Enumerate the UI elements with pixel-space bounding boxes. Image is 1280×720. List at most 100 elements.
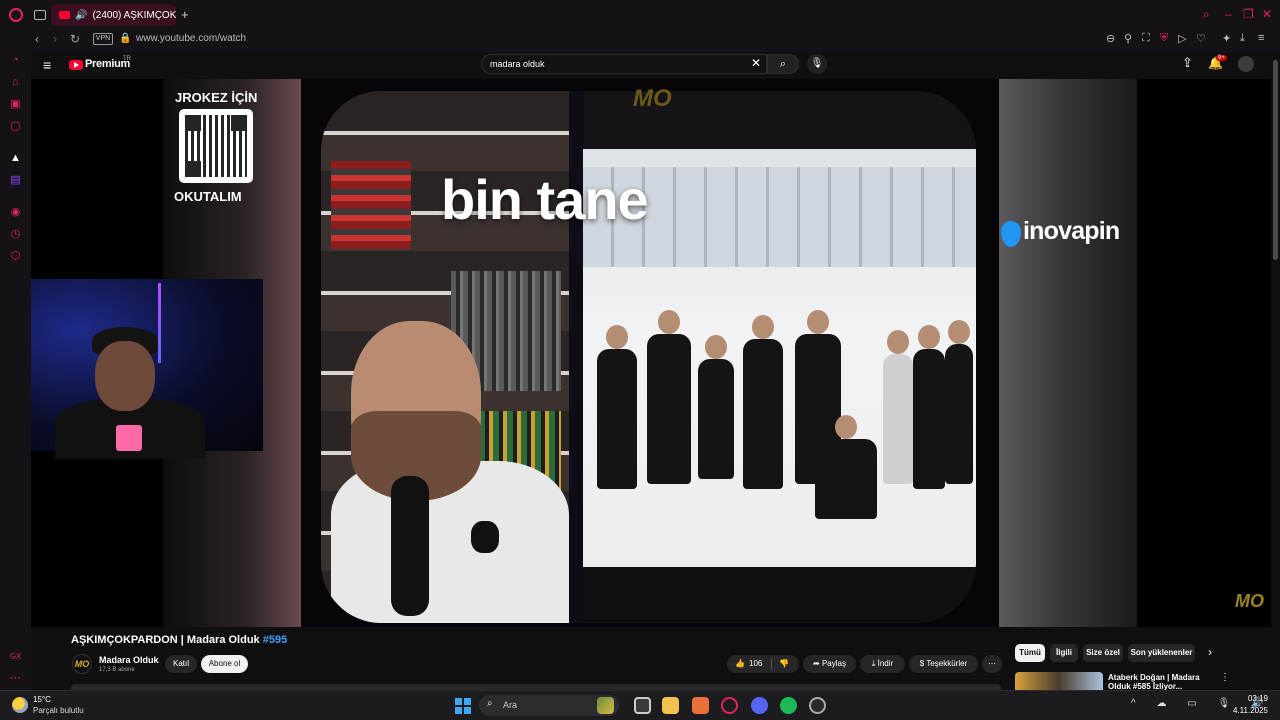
- download-button[interactable]: ⤓ İndir: [860, 655, 905, 673]
- opera-logo-icon[interactable]: [9, 8, 23, 22]
- clock-date[interactable]: 4.11.2025: [1222, 706, 1268, 715]
- page-scrollbar[interactable]: [1271, 52, 1280, 690]
- recommendation-more-icon[interactable]: ⋮: [1220, 672, 1230, 683]
- region-code: TR: [123, 56, 131, 62]
- video-caption: bin tane: [441, 168, 649, 231]
- task-view-icon[interactable]: [634, 697, 651, 714]
- heart-icon[interactable]: ♡: [1196, 32, 1206, 45]
- split-screen-frame: [321, 91, 976, 623]
- zoom-icon[interactable]: ⊖: [1106, 32, 1115, 45]
- menu-icon[interactable]: ≡: [1258, 32, 1264, 44]
- account-avatar[interactable]: [1238, 56, 1254, 72]
- sidebar-extensions-icon[interactable]: ⬡: [9, 250, 22, 263]
- forward-icon[interactable]: ›: [53, 32, 57, 46]
- scrollbar-thumb[interactable]: [1273, 60, 1278, 260]
- search-tabs-icon[interactable]: ⌕: [1203, 7, 1210, 22]
- weather-icon[interactable]: [12, 697, 28, 713]
- file-explorer-icon[interactable]: [662, 697, 679, 714]
- sidebar-messenger-icon[interactable]: ▢: [9, 120, 22, 133]
- clock-time[interactable]: 03:19: [1232, 694, 1268, 703]
- sidebar-gx-control-icon[interactable]: ◔: [9, 54, 22, 67]
- youtube-logo-icon[interactable]: [69, 60, 83, 70]
- thanks-button[interactable]: $ Teşekkürler: [909, 655, 978, 673]
- webcam-overlay: [31, 279, 263, 459]
- browser-tab[interactable]: 🔊 (2400) AŞKIMÇOKPAR: [51, 4, 176, 26]
- promo-bottom-text: OKUTALIM: [174, 189, 242, 204]
- sidebar-ai-icon[interactable]: ▲: [9, 152, 22, 165]
- new-tab-button[interactable]: +: [181, 7, 189, 22]
- opera-gx-taskbar-icon[interactable]: [721, 697, 738, 714]
- channel-avatar[interactable]: MO: [72, 654, 92, 674]
- close-window-icon[interactable]: ✕: [1262, 7, 1272, 21]
- share-button[interactable]: ➦ Paylaş: [803, 655, 856, 673]
- speaker-icon[interactable]: 🔊: [75, 10, 87, 21]
- search-input[interactable]: madara olduk: [481, 54, 767, 74]
- create-icon[interactable]: ⇪: [1182, 55, 1193, 71]
- qr-code: [179, 109, 253, 183]
- taskbar-search-icon: ⌕: [487, 698, 493, 709]
- lock-icon[interactable]: 🔒: [119, 33, 131, 44]
- sidebar-twitch-icon[interactable]: ▣: [9, 98, 22, 111]
- dislike-icon[interactable]: 👎: [779, 655, 789, 673]
- windows-start-icon[interactable]: [455, 698, 471, 714]
- like-dislike-group: 👍 106 👎: [727, 655, 799, 673]
- subscriber-count: 17,3 B abone: [99, 667, 135, 673]
- back-icon[interactable]: ‹: [35, 32, 39, 46]
- subscribe-button[interactable]: Abone ol: [201, 655, 248, 673]
- recommendation-title[interactable]: Ataberk Doğan | Madara Olduk #585 İzliyo…: [1108, 673, 1218, 691]
- sidebar-gx-icon[interactable]: GX: [9, 650, 22, 663]
- chip-related[interactable]: İlgili: [1050, 644, 1078, 662]
- share-label: Paylaş: [821, 659, 846, 668]
- sidebar-history-icon[interactable]: ◷: [9, 228, 22, 241]
- sidebar-twitch2-icon[interactable]: ▤: [9, 174, 22, 187]
- tab-title: (2400) AŞKIMÇOKPAR: [92, 9, 176, 21]
- recommendation-thumbnail[interactable]: [1015, 672, 1103, 690]
- youtube-favicon-icon: [59, 11, 70, 19]
- pin-icon[interactable]: ⚲: [1124, 32, 1132, 45]
- minimize-icon[interactable]: –: [1225, 7, 1232, 21]
- app-icon[interactable]: [692, 697, 709, 714]
- chip-for-you[interactable]: Size özel: [1083, 644, 1123, 662]
- download-icon[interactable]: ⤓: [1240, 32, 1245, 45]
- shield-icon[interactable]: ⛨: [1160, 32, 1168, 45]
- address-bar: ‹ › ↻ VPN 🔒 www.youtube.com/watch ⊖ ⚲ ⛶ …: [0, 30, 1280, 52]
- chip-recent[interactable]: Son yüklenenler: [1128, 644, 1195, 662]
- sidebar-more-icon[interactable]: ⋯: [9, 672, 22, 685]
- weather-text[interactable]: Parçalı bulutlu: [33, 706, 84, 715]
- sidebar-store-icon[interactable]: ⌂: [9, 76, 22, 89]
- sponsor-logo: inovapin: [1023, 217, 1120, 245]
- temperature[interactable]: 15°C: [33, 695, 51, 704]
- vpn-badge[interactable]: VPN: [93, 33, 113, 45]
- like-icon[interactable]: 👍: [735, 655, 745, 673]
- channel-name[interactable]: Madara Olduk: [99, 655, 159, 665]
- download-label: İndir: [877, 659, 894, 668]
- reload-icon[interactable]: ↻: [70, 32, 80, 46]
- promo-top-text: JROKEZ İÇİN: [175, 90, 258, 105]
- extensions-icon[interactable]: ✦: [1222, 32, 1231, 45]
- like-count[interactable]: 106: [749, 655, 762, 673]
- tab-switcher-icon[interactable]: [34, 10, 46, 20]
- clear-search-icon[interactable]: ✕: [751, 56, 761, 70]
- chevron-right-icon[interactable]: ›: [1208, 645, 1212, 659]
- more-actions-button[interactable]: ⋯: [982, 655, 1002, 673]
- steam-icon[interactable]: [809, 697, 826, 714]
- browser-sidebar: ◔ ⌂ ▣ ▢ ▲ ▤ ◉ ◷ ⬡ GX ⋯: [0, 52, 31, 690]
- watermark-top: MO: [633, 85, 672, 112]
- video-player[interactable]: JROKEZ İÇİN OKUTALIM bin tane MO inovapi…: [31, 79, 1271, 627]
- spotify-icon[interactable]: [780, 697, 797, 714]
- search-button[interactable]: ⌕: [767, 54, 799, 74]
- episode-hashtag[interactable]: #595: [263, 634, 287, 646]
- player-icon[interactable]: ▷: [1178, 32, 1186, 45]
- widget-icon[interactable]: [597, 697, 614, 714]
- thanks-label: Teşekkürler: [926, 659, 968, 668]
- join-button[interactable]: Katıl: [165, 655, 197, 673]
- microphone-icon[interactable]: 🎙: [807, 54, 827, 74]
- discord-icon[interactable]: [751, 697, 768, 714]
- snapshot-icon[interactable]: ⛶: [1142, 32, 1150, 45]
- maximize-icon[interactable]: ❐: [1243, 7, 1254, 21]
- hamburger-menu-icon[interactable]: ≡: [43, 57, 51, 73]
- sidebar-player-icon[interactable]: ◉: [9, 206, 22, 219]
- chip-all[interactable]: Tümü: [1015, 644, 1045, 662]
- windows-taskbar: 15°C Parçalı bulutlu Ara ⌕ ^ ☁ ▭ 🎙 🔊 03:…: [0, 690, 1280, 720]
- url-field[interactable]: www.youtube.com/watch: [136, 33, 246, 44]
